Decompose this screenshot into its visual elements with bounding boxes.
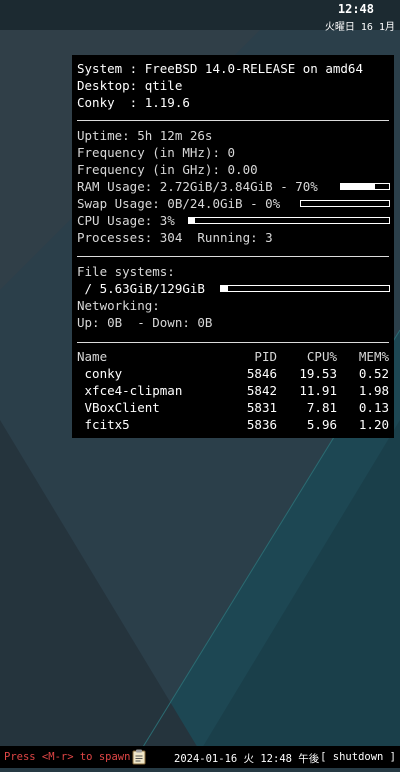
ram-usage-bar-fill bbox=[341, 184, 375, 189]
header-cpu: CPU% bbox=[306, 349, 337, 364]
swap-usage-bar bbox=[300, 200, 390, 207]
process-pid: 5831 bbox=[246, 400, 277, 415]
frequency-ghz: Frequency (in GHz): 0.00 bbox=[77, 162, 258, 177]
filesystem-root-bar-fill bbox=[221, 286, 229, 291]
divider bbox=[77, 120, 389, 121]
clock-time: 12:48 bbox=[337, 2, 374, 16]
conky-panel: System : FreeBSD 14.0-RELEASE on amd64 D… bbox=[72, 55, 394, 438]
process-mem: 0.52 bbox=[358, 366, 389, 381]
processes: Processes: 304 Running: 3 bbox=[77, 230, 273, 245]
process-cpu: 7.81 bbox=[306, 400, 337, 415]
bottom-datetime: 2024-01-16 火 12:48 午後 bbox=[174, 753, 320, 765]
process-mem: 1.98 bbox=[358, 383, 389, 398]
uptime: Uptime: 5h 12m 26s bbox=[77, 128, 213, 143]
cpu-usage-bar bbox=[188, 217, 390, 224]
table-row: conky 5846 19.53 0.52 bbox=[77, 365, 389, 382]
process-table-header: Name PID CPU% MEM% bbox=[77, 348, 389, 365]
divider bbox=[77, 256, 389, 257]
table-row: xfce4-clipman 5842 11.91 1.98 bbox=[77, 382, 389, 399]
top-bar: 12:48 火曜日 16 1月 bbox=[0, 0, 400, 33]
desktop-info: Desktop: qtile bbox=[77, 78, 183, 93]
table-row: VBoxClient 5831 7.81 0.13 bbox=[77, 399, 389, 416]
table-row: fcitx5 5836 5.96 1.20 bbox=[77, 416, 389, 433]
clipboard-icon[interactable] bbox=[131, 749, 147, 765]
header-mem: MEM% bbox=[358, 349, 389, 364]
cpu-usage-bar-fill bbox=[189, 218, 195, 223]
process-name: VBoxClient bbox=[77, 400, 160, 415]
process-cpu: 5.96 bbox=[306, 417, 337, 432]
header-pid: PID bbox=[254, 349, 277, 364]
ram-usage-bar bbox=[340, 183, 390, 190]
divider bbox=[77, 342, 389, 343]
bottom-bar: Press <M-r> to spawn 2024-01-16 火 12:48 … bbox=[0, 746, 400, 768]
frequency-mhz: Frequency (in MHz): 0 bbox=[77, 145, 236, 160]
process-cpu: 11.91 bbox=[299, 383, 337, 398]
filesystems-label: File systems: bbox=[77, 264, 175, 279]
process-name: conky bbox=[77, 366, 123, 381]
process-pid: 5836 bbox=[246, 417, 277, 432]
process-pid: 5846 bbox=[246, 366, 277, 381]
system-info: System : FreeBSD 14.0-RELEASE on amd64 bbox=[77, 61, 363, 76]
process-cpu: 19.53 bbox=[299, 366, 337, 381]
conky-version: Conky : 1.19.6 bbox=[77, 95, 190, 110]
clock-date: 火曜日 16 1月 bbox=[324, 22, 395, 33]
header-name: Name bbox=[77, 349, 108, 364]
filesystem-root-bar bbox=[220, 285, 390, 292]
process-name: xfce4-clipman bbox=[77, 383, 183, 398]
spawn-prompt[interactable]: Press <M-r> to spawn bbox=[4, 751, 130, 763]
process-mem: 0.13 bbox=[358, 400, 389, 415]
process-name: fcitx5 bbox=[77, 417, 130, 432]
shutdown-button[interactable]: [ shutdown ] bbox=[320, 751, 396, 763]
networking-label: Networking: bbox=[77, 298, 160, 313]
network-traffic: Up: 0B - Down: 0B bbox=[77, 315, 213, 330]
process-pid: 5842 bbox=[246, 383, 277, 398]
process-mem: 1.20 bbox=[358, 417, 389, 432]
